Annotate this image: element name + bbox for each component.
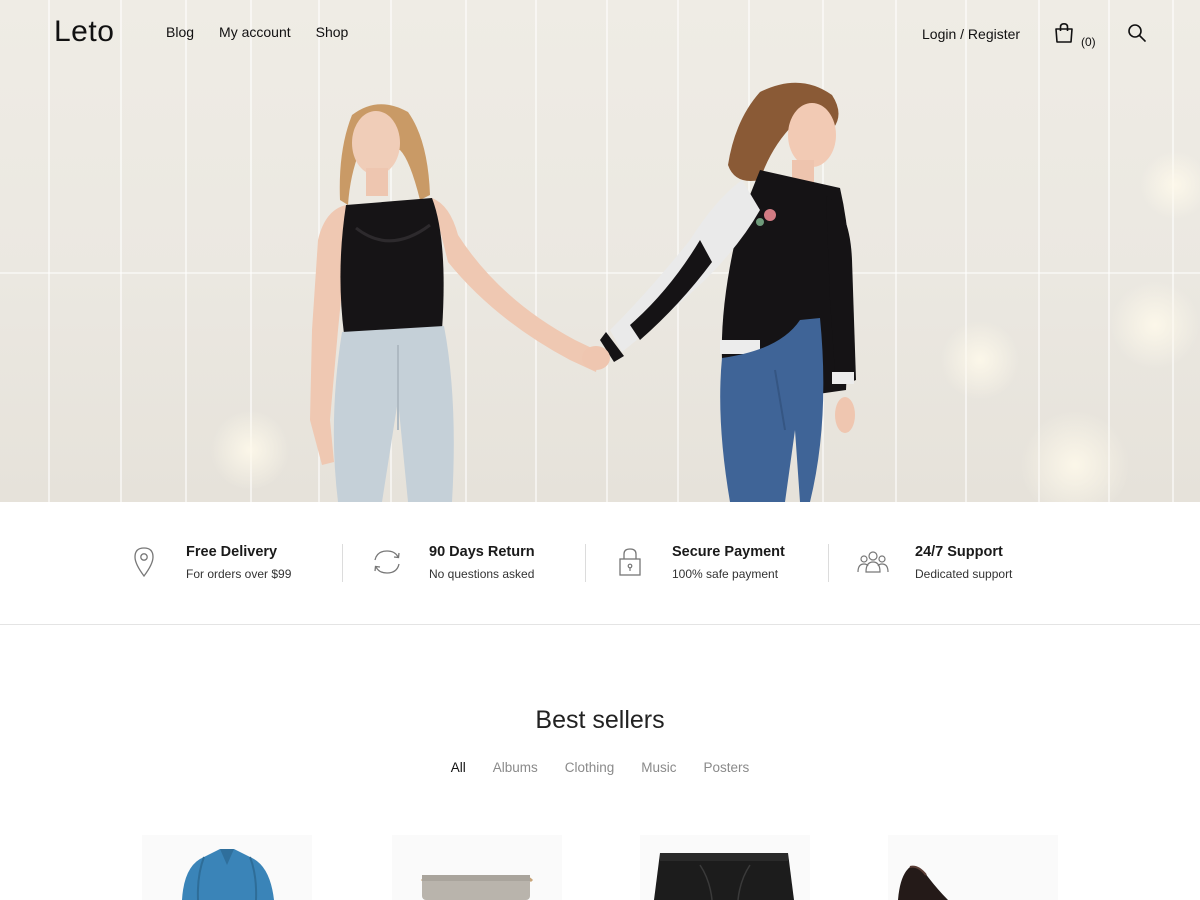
feature-subtitle: 100% safe payment (672, 567, 779, 581)
main-nav: Blog My account Shop (166, 24, 348, 40)
feature-subtitle: For orders over $99 (186, 567, 292, 581)
nav-shop[interactable]: Shop (316, 24, 349, 40)
product-card-heel-shoe[interactable] (888, 835, 1058, 900)
people-icon (855, 544, 891, 580)
product-card-blue-jacket[interactable] (142, 835, 312, 900)
product-grid (0, 835, 1200, 900)
hero-photo (310, 82, 856, 502)
filter-music[interactable]: Music (641, 760, 676, 775)
feature-subtitle: No questions asked (429, 567, 535, 581)
feature-subtitle: Dedicated support (915, 567, 1013, 581)
cart-count: (0) (1081, 35, 1096, 49)
product-card-leather-skirt[interactable] (640, 835, 810, 900)
product-card-grey-bag[interactable] (392, 835, 562, 900)
refresh-icon (369, 544, 405, 580)
location-pin-icon (126, 544, 162, 580)
feature-title: Secure Payment (672, 544, 785, 560)
filter-posters[interactable]: Posters (704, 760, 750, 775)
nav-my-account[interactable]: My account (219, 24, 291, 40)
feature-title: 90 Days Return (429, 544, 535, 560)
product-filter-tabs: All Albums Clothing Music Posters (0, 760, 1200, 775)
nav-blog[interactable]: Blog (166, 24, 194, 40)
cart-button[interactable]: (0) (1053, 22, 1096, 49)
search-icon (1127, 24, 1147, 47)
search-button[interactable] (1127, 23, 1147, 48)
features-bar: Free Delivery For orders over $99 90 Day… (0, 502, 1200, 625)
product-image (640, 835, 810, 900)
feature-divider (585, 544, 586, 582)
feature-title: 24/7 Support (915, 544, 1003, 560)
woman-left-figure (310, 104, 600, 502)
hero-banner (0, 0, 1200, 502)
filter-clothing[interactable]: Clothing (565, 760, 615, 775)
best-sellers-title: Best sellers (535, 706, 665, 734)
feature-divider (342, 544, 343, 582)
shopping-bag-icon (1053, 22, 1075, 49)
filter-albums[interactable]: Albums (493, 760, 538, 775)
lock-icon (612, 544, 648, 580)
product-image (888, 835, 1058, 900)
product-image (392, 835, 562, 900)
product-image (142, 835, 312, 900)
site-header: Leto Blog My account Shop Login / Regist… (0, 0, 1200, 66)
feature-divider (828, 544, 829, 582)
login-register-link[interactable]: Login / Register (922, 26, 1020, 42)
filter-all[interactable]: All (451, 760, 466, 775)
site-logo[interactable]: Leto (54, 15, 114, 49)
feature-title: Free Delivery (186, 544, 278, 560)
woman-right-figure (582, 82, 856, 502)
